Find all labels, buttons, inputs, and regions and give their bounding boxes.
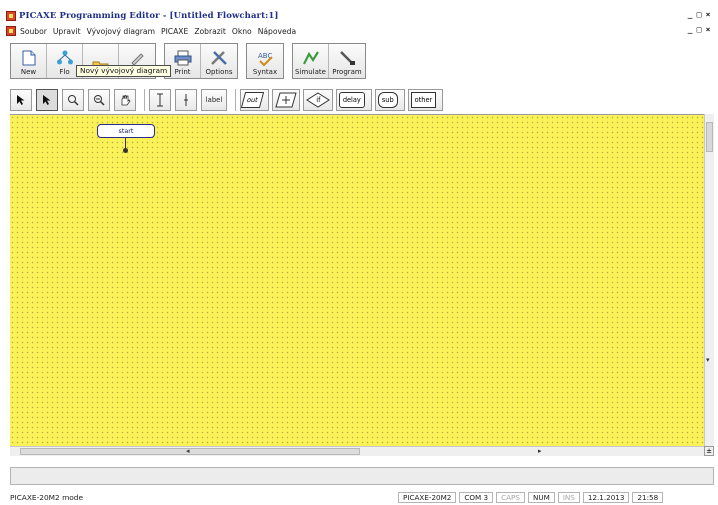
- line-tool-button[interactable]: [149, 89, 171, 111]
- zoom-area-icon: [94, 95, 105, 106]
- picaxe-app-icon[interactable]: [6, 11, 16, 21]
- toolbar-separator: [235, 89, 236, 111]
- vertical-scroll-thumb[interactable]: [706, 122, 713, 152]
- doc-minimize-button[interactable]: _: [686, 25, 694, 34]
- start-connector-dot[interactable]: [123, 148, 128, 153]
- title-bar: PICAXE Programming Editor - [Untitled Fl…: [6, 10, 712, 22]
- other-shape: other: [410, 92, 437, 108]
- pointer-tool-button[interactable]: [36, 89, 58, 111]
- label-tool-text: label: [205, 96, 223, 104]
- new-flowchart-label: Flo: [59, 68, 70, 76]
- pointer-icon: [43, 95, 51, 105]
- menu-upravit[interactable]: Upravit: [53, 27, 81, 36]
- maximize-button[interactable]: □: [695, 10, 703, 19]
- menu-picaxe[interactable]: PICAXE: [161, 27, 188, 36]
- zoom-area-tool-button[interactable]: [88, 89, 110, 111]
- new-button-label: New: [20, 68, 37, 76]
- status-bar: PICAXE-20M2 mode PICAXE-20M2 COM 3 CAPS …: [10, 491, 714, 503]
- program-cable-icon: [338, 50, 356, 66]
- vertical-scrollbar[interactable]: ▾: [704, 114, 714, 446]
- toolbar-separator: [144, 89, 145, 111]
- status-chip: PICAXE-20M2: [398, 491, 457, 503]
- printer-icon: [174, 50, 192, 66]
- close-button[interactable]: ×: [704, 10, 712, 19]
- status-time: 21:58: [632, 491, 664, 503]
- toolbar-group-syntax: ABC Syntax: [246, 43, 284, 79]
- parallelogram-icon: [275, 92, 297, 108]
- horizontal-scrollbar[interactable]: ◂ ▸: [10, 446, 704, 456]
- line-icon: [157, 93, 163, 107]
- zoom-icon: [68, 95, 79, 106]
- menu-vyvojovy-diagram[interactable]: Vývojový diagram: [87, 27, 155, 36]
- sub-shape: sub: [377, 92, 398, 108]
- select-tool-button[interactable]: [10, 89, 32, 111]
- program-button-label: Program: [332, 68, 362, 76]
- flowchart-toolbar: label out if delay sub other: [10, 88, 446, 112]
- flowchart-icon: [56, 50, 74, 66]
- output-pane: [10, 467, 714, 485]
- new-file-icon: [20, 50, 38, 66]
- flowchart-canvas[interactable]: [10, 114, 704, 446]
- other-shape-button[interactable]: other: [407, 89, 444, 111]
- doc-close-button[interactable]: ×: [704, 25, 712, 34]
- window-title: PICAXE Programming Editor - [Untitled Fl…: [19, 11, 279, 21]
- simulate-button-label: Simulate: [295, 68, 326, 76]
- delay-shape: delay: [338, 92, 365, 108]
- start-node[interactable]: start: [97, 124, 155, 138]
- menu-okno[interactable]: Okno: [232, 27, 252, 36]
- arrow-cursor-icon: [17, 95, 25, 105]
- status-mode: PICAXE-20M2 mode: [10, 492, 84, 502]
- status-caps: CAPS: [496, 491, 525, 503]
- main-toolbar: New Flo e Print: [10, 43, 374, 79]
- zoom-tool-button[interactable]: [62, 89, 84, 111]
- toolbar-group-print: Print Options: [164, 43, 238, 79]
- menu-zobrazit[interactable]: Zobrazit: [194, 27, 226, 36]
- window-controls: _ □ ×: [686, 10, 712, 19]
- menu-bar: Soubor Upravit Vývojový diagram PICAXE Z…: [6, 25, 696, 37]
- out-shape: out: [240, 92, 264, 108]
- status-date: 12.1.2013: [582, 491, 630, 503]
- input-shape-button[interactable]: [271, 89, 300, 111]
- syntax-check-icon: ABC: [256, 50, 274, 66]
- new-button[interactable]: New: [11, 44, 47, 78]
- if-shape-label: if: [316, 96, 321, 104]
- status-num: NUM: [527, 491, 555, 503]
- label-tool-button[interactable]: label: [201, 89, 227, 111]
- status-port: COM 3: [459, 491, 494, 503]
- simulate-icon: [302, 50, 320, 66]
- sub-shape-button[interactable]: sub: [374, 89, 405, 111]
- minimize-button[interactable]: _: [686, 10, 694, 19]
- out-shape-button[interactable]: out: [240, 89, 269, 111]
- pencil-icon: [128, 50, 146, 66]
- syntax-button[interactable]: ABC Syntax: [247, 44, 283, 78]
- simulate-button[interactable]: Simulate: [293, 44, 329, 78]
- syntax-button-label: Syntax: [252, 68, 278, 76]
- hand-icon: [121, 95, 131, 106]
- scroll-left-icon[interactable]: ◂: [186, 447, 190, 455]
- delay-shape-button[interactable]: delay: [335, 89, 372, 111]
- pan-tool-button[interactable]: [114, 89, 136, 111]
- scroll-down-icon[interactable]: ▾: [706, 356, 710, 364]
- tools-icon: [210, 50, 228, 66]
- toolbar-group-run: Simulate Program: [292, 43, 366, 79]
- doc-restore-button[interactable]: □: [695, 25, 703, 34]
- menu-napoveda[interactable]: Nápoveda: [258, 27, 296, 36]
- program-button[interactable]: Program: [329, 44, 365, 78]
- horizontal-scroll-thumb[interactable]: [20, 448, 360, 455]
- connector-tool-button[interactable]: [175, 89, 197, 111]
- options-button[interactable]: Options: [201, 44, 237, 78]
- options-button-label: Options: [205, 68, 233, 76]
- document-icon[interactable]: [6, 26, 16, 36]
- document-window-controls: _ □ ×: [686, 25, 712, 34]
- split-button[interactable]: ±: [704, 446, 714, 456]
- new-flowchart-tooltip: Nový vývojový diagram: [76, 65, 172, 77]
- status-ins: INS: [557, 491, 580, 503]
- scroll-right-icon[interactable]: ▸: [538, 447, 542, 455]
- connector-icon: [184, 94, 188, 106]
- menu-soubor[interactable]: Soubor: [20, 27, 47, 36]
- print-button-label: Print: [174, 68, 191, 76]
- if-shape-button[interactable]: if: [302, 89, 333, 111]
